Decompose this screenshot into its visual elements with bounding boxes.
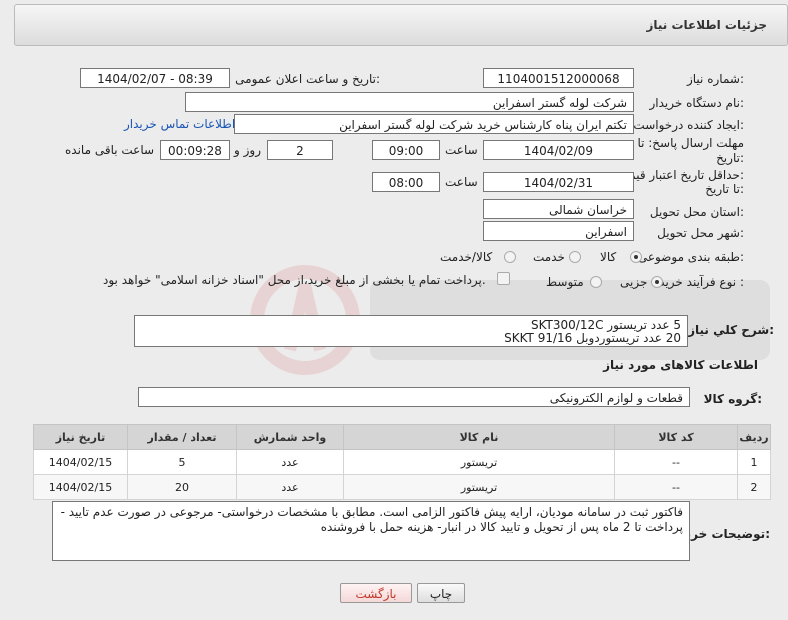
remaining-time-label: ساعت باقی مانده [65,143,155,157]
price-valid-label: حداقل تاریخ اعتبار قیمت: [617,168,744,182]
col-code: کد کالا [614,424,738,450]
category-option-goods: کالا [600,250,617,264]
cell-name: تریستور [343,449,615,475]
process-label: نوع فرآیند خرید : [659,275,744,289]
cell-name: تریستور [343,474,615,500]
process-radio-minor[interactable] [651,276,663,288]
col-name: نام کالا [343,424,615,450]
buyer-notes-textarea[interactable]: فاکتور ثبت در سامانه مودیان، ارایه پیش ف… [52,501,690,561]
price-valid-label-2: تا تاریخ: [705,182,744,196]
need-number-field[interactable]: 1104001512000068 [483,68,634,88]
cell-unit: عدد [236,449,344,475]
cell-unit: عدد [236,474,344,500]
description-line-2: 20 عدد تریستوردوبل SKKT 91/16 [504,331,681,345]
reply-time-field[interactable]: 09:00 [372,140,440,160]
back-button[interactable]: بازگشت [340,583,412,603]
goods-group-field[interactable]: قطعات و لوازم الکترونیکی [138,387,690,407]
announce-field[interactable]: 1404/02/07 - 08:39 [80,68,230,88]
cell-qty: 20 [127,474,237,500]
province-label: استان محل تحویل: [649,205,744,219]
process-option-medium: متوسط [546,275,584,289]
cell-date: 1404/02/15 [33,449,128,475]
creator-label: ایجاد کننده درخواست: [633,118,744,132]
price-time-field[interactable]: 08:00 [372,172,440,192]
cell-row: 2 [737,474,771,500]
buyer-contact-link[interactable]: اطلاعات تماس خریدار [124,117,235,131]
category-radio-goods[interactable] [630,251,642,263]
col-row: ردیف [737,424,771,450]
header-panel: جزئیات اطلاعات نیاز [14,4,788,46]
reply-date-field[interactable]: 1404/02/09 [483,140,634,160]
treasury-note: پرداخت تمام یا بخشی از مبلغ خرید،از محل … [103,273,486,287]
category-option-both: کالا/خدمت [440,250,493,264]
reply-deadline-label-2: تاریخ: [716,151,744,165]
price-time-label: ساعت [445,175,478,189]
city-label: شهر محل تحویل: [657,226,744,240]
cell-qty: 5 [127,449,237,475]
goods-section-title: اطلاعات کالاهای مورد نیاز [603,358,758,372]
reply-time-label: ساعت [445,143,478,157]
cell-code: -- [614,474,738,500]
process-radio-medium[interactable] [590,276,602,288]
table-row[interactable]: 2 -- تریستور عدد 20 1404/02/15 [33,474,771,500]
cell-row: 1 [737,449,771,475]
goods-table-header: ردیف کد کالا نام کالا واحد شمارش تعداد /… [33,424,771,450]
category-radio-both[interactable] [504,251,516,263]
category-radio-service[interactable] [569,251,581,263]
table-row[interactable]: 1 -- تریستور عدد 5 1404/02/15 [33,449,771,475]
process-option-minor: جزیی [620,275,648,289]
page-title: جزئیات اطلاعات نیاز [646,18,767,32]
remaining-time-field[interactable]: 00:09:28 [160,140,230,160]
cell-code: -- [614,449,738,475]
cell-date: 1404/02/15 [33,474,128,500]
print-button[interactable]: چاپ [417,583,465,603]
buyer-org-field[interactable]: شرکت لوله گستر اسفراین [185,92,634,112]
col-date: تاریخ نیاز [33,424,128,450]
city-field[interactable]: اسفراین [483,221,634,241]
province-field[interactable]: خراسان شمالی [483,199,634,219]
goods-table: ردیف کد کالا نام کالا واحد شمارش تعداد /… [33,424,771,500]
need-number-label: شماره نیاز: [686,72,744,86]
reply-deadline-label: مهلت ارسال پاسخ: تا [637,136,744,150]
col-qty: تعداد / مقدار [127,424,237,450]
description-textarea[interactable]: 5 عدد تریستور SKT300/12C 20 عدد تریستورد… [134,315,688,347]
announce-label: تاریخ و ساعت اعلان عمومی: [235,72,380,86]
category-option-service: خدمت [533,250,565,264]
goods-group-label: گروه کالا: [703,392,762,406]
buyer-org-label: نام دستگاه خریدار: [649,96,745,110]
creator-field[interactable]: تکتم ایران پناه کارشناس خرید شرکت لوله گ… [234,114,634,134]
col-unit: واحد شمارش [236,424,344,450]
treasury-checkbox[interactable] [497,272,510,285]
category-label: طبقه بندی موضوعی: [637,250,744,264]
price-date-field[interactable]: 1404/02/31 [483,172,634,192]
description-label: شرح کلي نياز: [688,323,774,337]
days-label: روز و [234,143,261,157]
days-field[interactable]: 2 [267,140,333,160]
